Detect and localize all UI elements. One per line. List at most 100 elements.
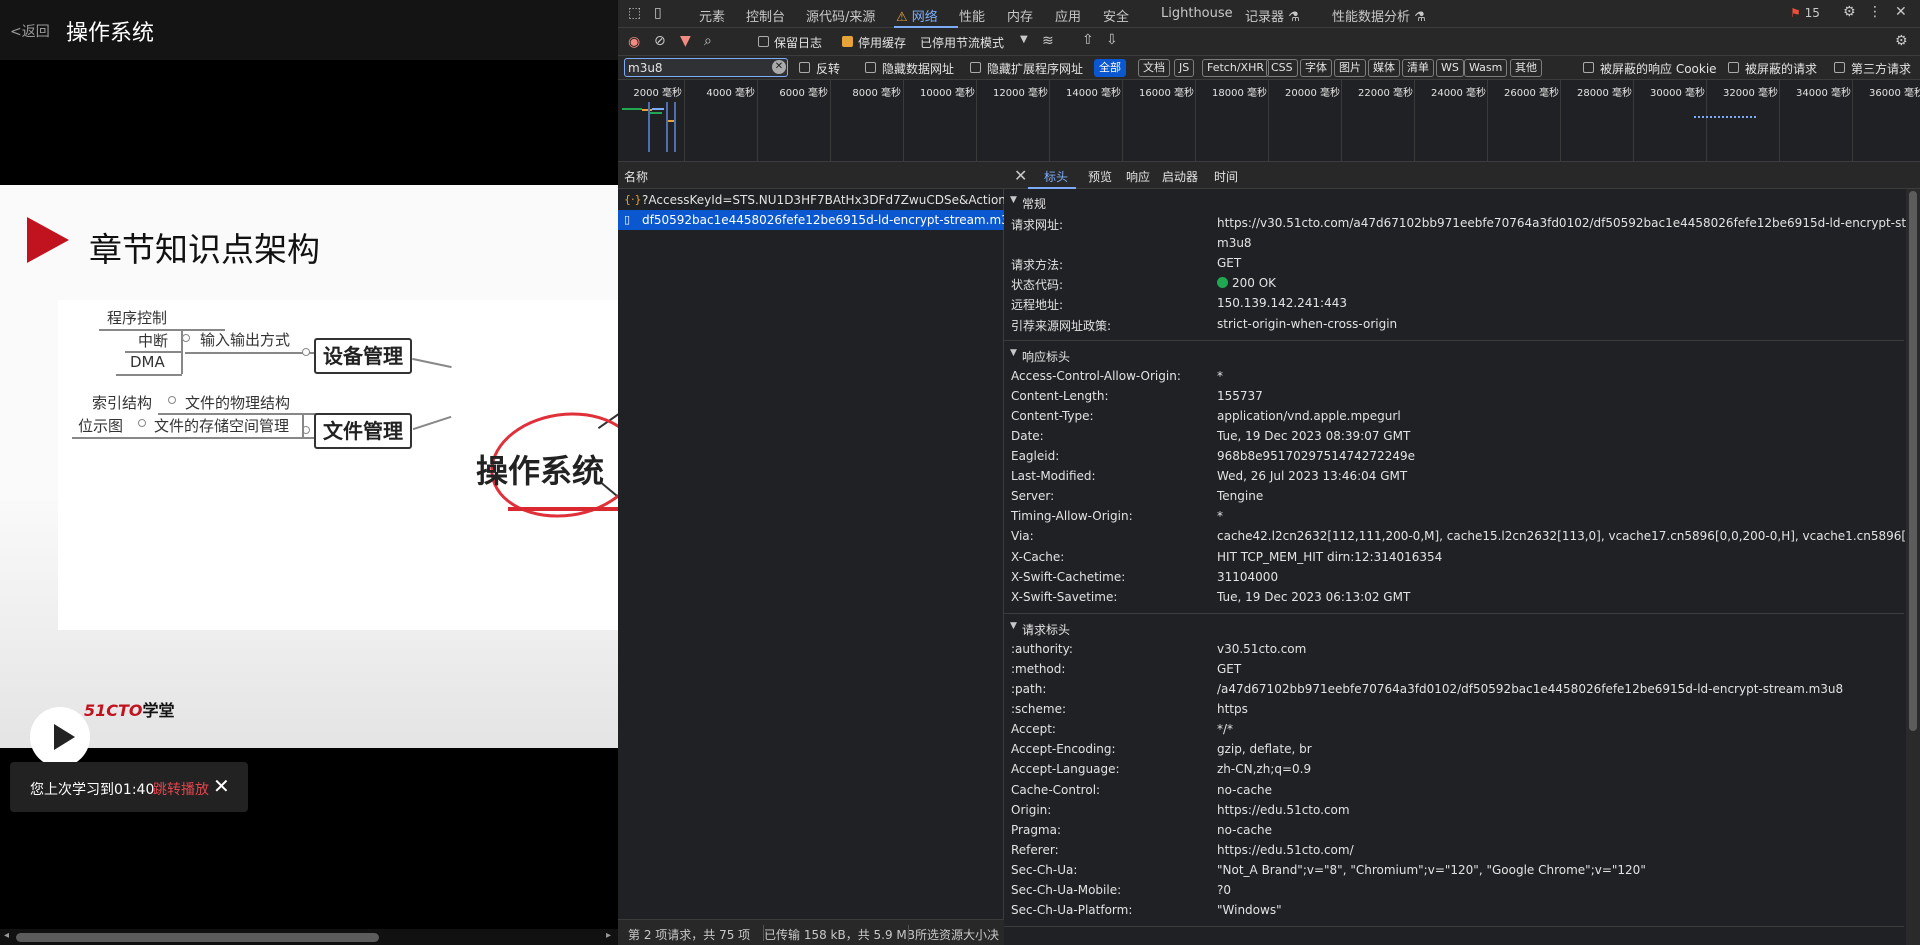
header-key: Content-Length: [1011,388,1109,403]
type-chip-all[interactable]: 全部 [1094,59,1126,77]
network-timeline[interactable]: 2000 毫秒 4000 毫秒 6000 毫秒 8000 毫秒 10000 毫秒 1200… [618,80,1920,162]
tab-network[interactable]: ⚠ 网络 [896,6,938,25]
settings-icon[interactable]: ⚙ [1895,33,1908,49]
clear-filter-icon[interactable]: ✕ [772,60,786,74]
invert-checkbox[interactable] [799,62,810,73]
timeline-tick: 36000 毫秒 [1869,88,1920,99]
type-chip-css[interactable]: CSS [1266,59,1298,77]
issues-icon[interactable]: ⚑ 15 [1790,6,1820,20]
section-general[interactable]: ▼ 常规 [1004,192,1904,212]
blocked-requests-checkbox[interactable] [1728,62,1739,73]
device-toggle-icon[interactable]: ▯ [654,5,662,21]
throttle-select[interactable]: 已停用节流模式 [920,34,1004,51]
close-icon[interactable]: ✕ [1895,4,1907,20]
preserve-log-checkbox[interactable] [758,36,769,47]
collapse-icon[interactable]: ▼ [1010,348,1017,358]
tab-console[interactable]: 控制台 [746,6,785,25]
name-column-header[interactable]: 名称 [618,162,1004,189]
wifi-icon[interactable]: ≋ [1042,33,1054,49]
timeline-tick: 30000 毫秒 [1650,88,1705,99]
header-key: X-Swift-Cachetime: [1011,569,1126,584]
more-icon[interactable]: ⋮ [1868,4,1882,20]
close-icon[interactable]: ✕ [213,774,230,798]
tab-performance[interactable]: 性能 [959,6,985,25]
download-icon[interactable]: ⇩ [1106,32,1118,48]
search-icon[interactable]: ⌕ [704,33,712,49]
timeline-gridline [1706,80,1707,161]
mind-map: 程序控制 中断 输入输出方式 DMA 设备管理 索引结构 文件的物理结构 位示图… [58,300,618,630]
timeline-bar [652,108,664,110]
tab-elements[interactable]: 元素 [699,6,725,25]
tab-timing[interactable]: 时间 [1214,168,1238,185]
hide-ext-urls-label: 隐藏扩展程序网址 [987,62,1084,76]
header-key: 远程地址: [1011,298,1064,313]
timeline-gridline [757,80,758,161]
vertical-scrollbar[interactable] [1906,189,1920,945]
type-chip-manifest[interactable]: 清单 [1402,59,1434,77]
tab-security[interactable]: 安全 [1103,6,1129,25]
chevron-down-icon[interactable]: ▼ [1020,34,1028,45]
header-key: Sec-Ch-Ua: [1011,862,1078,877]
collapse-icon[interactable]: ▼ [1010,195,1017,205]
tab-recorder[interactable]: 记录器 ⚗ [1245,6,1300,25]
request-row[interactable]: {·} ?AccessKeyId=STS.NU1D3HF7BAtHx3DFd7Z… [618,190,1004,210]
tab-perf-insights[interactable]: 性能数据分析 ⚗ [1332,6,1426,25]
section-request-headers[interactable]: ▼ 请求标头 [1004,618,1904,638]
invert-label: 反转 [816,62,841,76]
third-party-label: 第三方请求 [1851,62,1912,76]
filter-input[interactable] [624,58,788,77]
tab-response[interactable]: 响应 [1126,168,1150,185]
type-chip-media[interactable]: 媒体 [1368,59,1400,77]
type-chip-other[interactable]: 其他 [1510,59,1542,77]
annotation-line [508,507,618,511]
timeline-gridline [1560,80,1561,161]
record-icon[interactable]: ◉ [628,34,640,50]
timeline-gridline [684,80,685,161]
type-chip-ws[interactable]: WS [1436,59,1464,77]
tab-memory[interactable]: 内存 [1007,6,1033,25]
resume-link[interactable]: 跳转播放 [153,779,209,799]
type-chip-font[interactable]: 字体 [1300,59,1332,77]
tab-application[interactable]: 应用 [1055,6,1081,25]
top-bar: <返回 操作系统 [0,0,618,60]
inspect-icon[interactable]: ⬚ [628,5,641,21]
play-button[interactable] [30,707,90,767]
video-slide[interactable]: 章节知识点架构 程序控制 中断 输入输出方式 DMA 设备管理 索引结构 文件的… [0,185,618,748]
type-chip-xhr[interactable]: Fetch/XHR [1202,59,1269,77]
gear-icon[interactable]: ⚙ [1843,4,1856,20]
type-chip-wasm[interactable]: Wasm [1464,59,1508,77]
scroll-thumb[interactable] [16,933,379,942]
header-key: Accept: [1011,722,1056,737]
third-party-checkbox[interactable] [1834,62,1845,73]
type-chip-img[interactable]: 图片 [1334,59,1366,77]
back-link[interactable]: <返回 [10,21,50,41]
type-chip-js[interactable]: JS [1174,59,1195,77]
header-key: Via: [1011,529,1034,544]
tab-preview[interactable]: 预览 [1088,168,1112,185]
scroll-right-icon[interactable]: ▸ [606,930,611,941]
clear-icon[interactable]: ⊘ [654,33,666,49]
scroll-thumb[interactable] [1909,191,1917,731]
hide-ext-urls-checkbox[interactable] [970,62,981,73]
network-toolbar: ◉ ⊘ ▼ ⌕ 保留日志 停用缓存 已停用节流模式 ▼ ≋ ⇧ ⇩ ⚙ [618,28,1920,56]
blocked-cookies-checkbox[interactable] [1583,62,1594,73]
mm-label: 文件的物理结构 [185,394,291,412]
scroll-left-icon[interactable]: ◂ [4,930,9,941]
collapse-icon[interactable]: ▼ [1010,621,1017,631]
request-row-selected[interactable]: ▯ df50592bac1e4458026fefe12be6915d-ld-en… [618,210,1004,230]
tab-lighthouse[interactable]: Lighthouse [1161,6,1233,21]
mm-label: 索引结构 [92,394,153,412]
horizontal-scrollbar[interactable]: ◂ ▸ [0,929,618,945]
type-chip-doc[interactable]: 文档 [1138,59,1170,77]
close-icon[interactable]: ✕ [1014,166,1027,185]
disable-cache-checkbox[interactable] [842,36,853,47]
tab-initiator[interactable]: 启动器 [1162,168,1198,185]
header-key: X-Swift-Savetime: [1011,589,1118,604]
upload-icon[interactable]: ⇧ [1082,32,1094,48]
hide-data-urls-checkbox[interactable] [865,62,876,73]
tab-sources[interactable]: 源代码/来源 [806,6,875,25]
tab-headers[interactable]: 标头 [1044,168,1068,185]
filter-icon[interactable]: ▼ [680,33,691,49]
header-value: no-cache [1217,782,1273,797]
section-response-headers[interactable]: ▼ 响应标头 [1004,345,1904,365]
